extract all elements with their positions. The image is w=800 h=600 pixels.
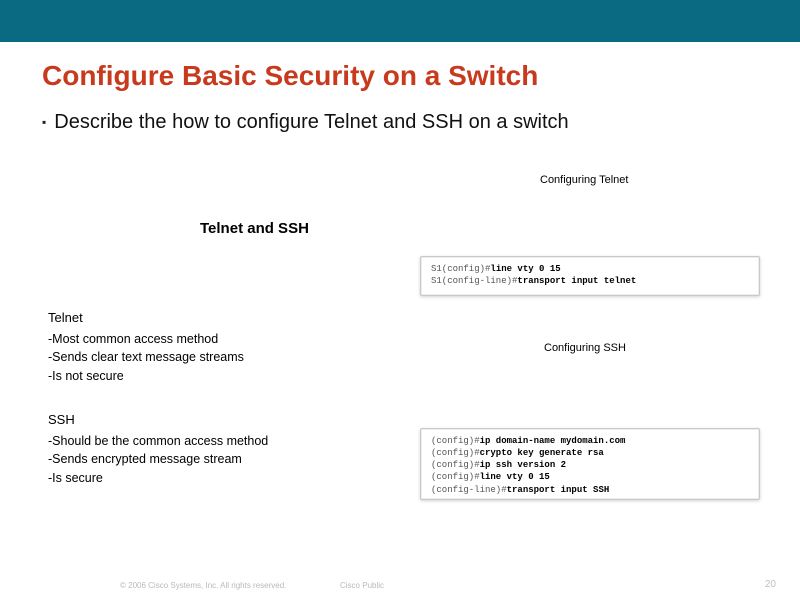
cli-command: ip domain-name mydomain.com [480,436,626,446]
ssh-description: SSH -Should be the common access method … [48,410,268,488]
terminal-line: (config)#crypto key generate rsa [431,447,749,459]
terminal-line: (config-line)#transport input SSH [431,484,749,496]
slide-title: Configure Basic Security on a Switch [0,42,800,92]
terminal-line: S1(config-line)#transport input telnet [431,275,749,287]
telnet-line: -Is not secure [48,367,244,386]
cli-command: crypto key generate rsa [480,448,604,458]
cli-command: transport input telnet [517,276,636,286]
ssh-heading: SSH [48,410,268,430]
cli-prompt: (config)# [431,472,480,482]
cli-prompt: S1(config-line)# [431,276,517,286]
cli-command: line vty 0 15 [480,472,550,482]
cli-prompt: (config)# [431,448,480,458]
cli-command: transport input SSH [507,485,610,495]
terminal-line: (config)#ip ssh version 2 [431,459,749,471]
terminal-ssh: (config)#ip domain-name mydomain.com (co… [420,428,760,500]
config-telnet-caption: Configuring Telnet [540,174,628,186]
cli-command: line vty 0 15 [490,264,560,274]
telnet-description: Telnet -Most common access method -Sends… [48,308,244,386]
content-area: Telnet and SSH Telnet -Most common acces… [0,170,800,550]
cli-command: ip ssh version 2 [480,460,566,470]
terminal-telnet: S1(config)#line vty 0 15 S1(config-line)… [420,256,760,296]
subheading-telnet-ssh: Telnet and SSH [200,220,309,237]
slide-top-bar [0,0,800,42]
terminal-line: (config)#line vty 0 15 [431,471,749,483]
terminal-line: S1(config)#line vty 0 15 [431,263,749,275]
telnet-line: -Most common access method [48,330,244,349]
telnet-line: -Sends clear text message streams [48,348,244,367]
ssh-line: -Should be the common access method [48,432,268,451]
ssh-line: -Sends encrypted message stream [48,450,268,469]
telnet-heading: Telnet [48,308,244,328]
footer-classification: Cisco Public [340,581,384,590]
cli-prompt: (config-line)# [431,485,507,495]
bullet-marker: ▪ [42,110,46,134]
footer-copyright: © 2006 Cisco Systems, Inc. All rights re… [120,581,286,590]
cli-prompt: (config)# [431,460,480,470]
config-ssh-caption: Configuring SSH [544,342,626,354]
terminal-line: (config)#ip domain-name mydomain.com [431,435,749,447]
footer-page-number: 20 [765,579,776,590]
bullet-text: Describe the how to configure Telnet and… [54,110,568,135]
bullet-item: ▪ Describe the how to configure Telnet a… [0,92,800,135]
ssh-line: -Is secure [48,469,268,488]
cli-prompt: (config)# [431,436,480,446]
cli-prompt: S1(config)# [431,264,490,274]
